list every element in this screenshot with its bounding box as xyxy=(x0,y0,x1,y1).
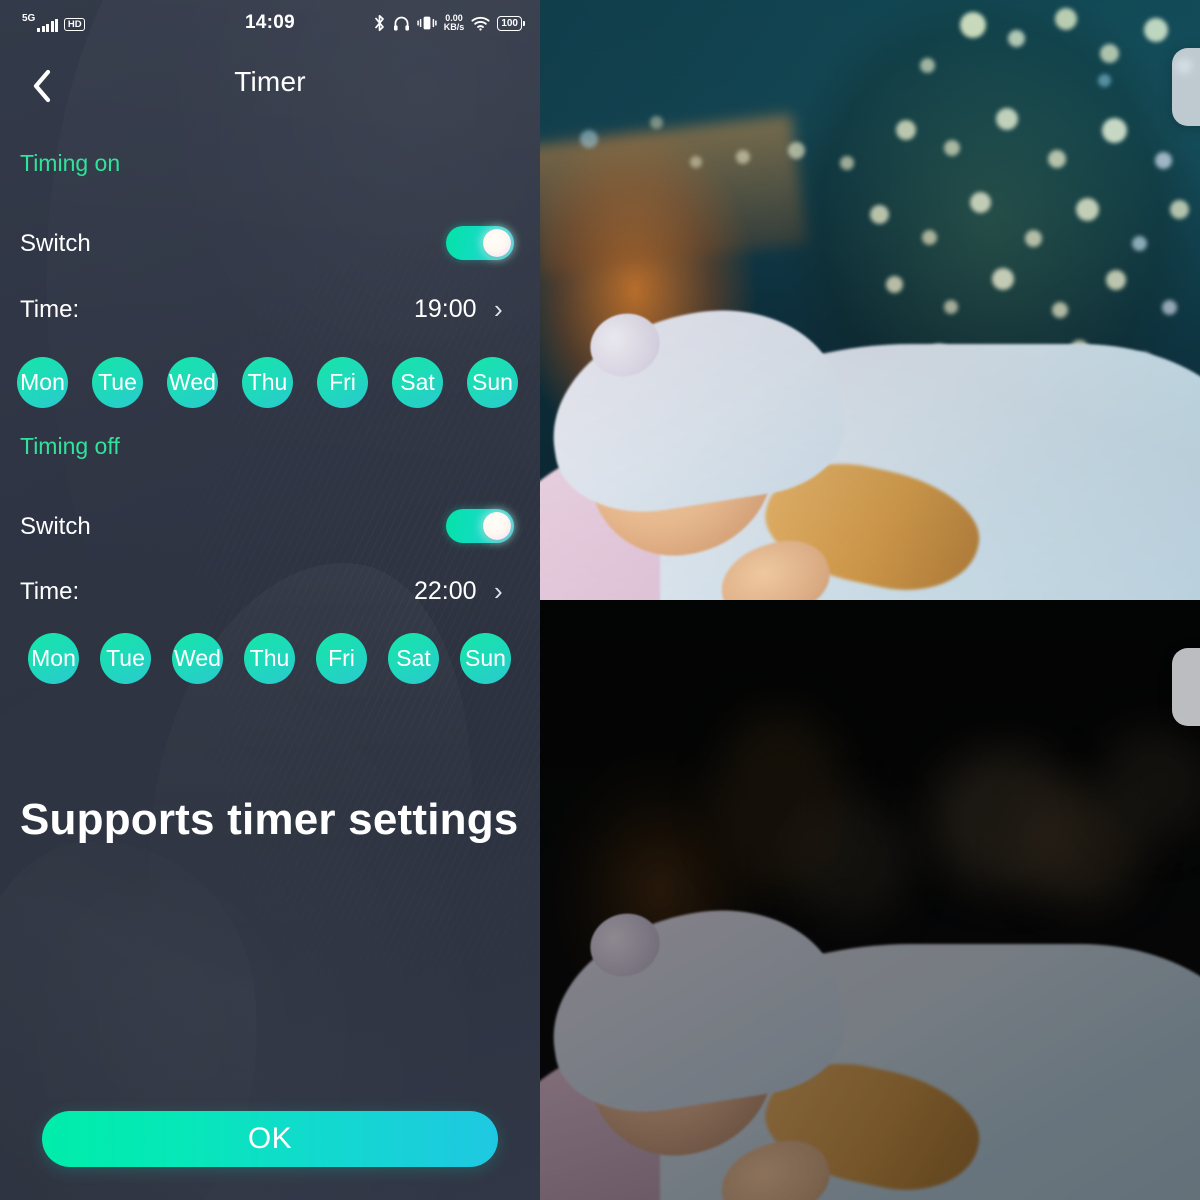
timing-off-switch-toggle[interactable] xyxy=(446,509,514,543)
day-chip-sun[interactable]: Sun xyxy=(467,357,518,408)
day-chip-thu[interactable]: Thu xyxy=(242,357,293,408)
overlay-card-timing-on: 19:00 -------- Timing ON xyxy=(1172,48,1200,126)
day-label: Mon xyxy=(20,369,65,395)
page-title: Timer xyxy=(234,66,306,97)
timing-on-switch-toggle[interactable] xyxy=(446,226,514,260)
day-label: Thu xyxy=(249,645,290,671)
photo-lights-off: 22:00 -------- Timing OFF xyxy=(540,600,1200,1200)
toggle-knob xyxy=(483,512,511,540)
day-chip-wed[interactable]: Wed xyxy=(172,633,223,684)
chevron-right-icon-timing-on[interactable]: › xyxy=(494,296,503,322)
timing-on-day-selector: Mon Tue Wed Thu Fri Sat Sun xyxy=(17,357,518,408)
marketing-headline: Supports timer settings xyxy=(20,795,519,844)
day-label: Fri xyxy=(328,645,355,671)
day-chip-sun[interactable]: Sun xyxy=(460,633,511,684)
day-label: Tue xyxy=(98,369,137,395)
data-rate-indicator: 0.00 KB/s xyxy=(443,13,465,33)
day-chip-thu[interactable]: Thu xyxy=(244,633,295,684)
status-bar-right: 0.00 KB/s 100 xyxy=(373,13,525,33)
bluetooth-icon xyxy=(373,14,386,32)
timing-off-day-selector: Mon Tue Wed Thu Fri Sat Sun xyxy=(28,633,511,684)
day-label: Thu xyxy=(247,369,288,395)
day-chip-mon[interactable]: Mon xyxy=(28,633,79,684)
day-chip-tue[interactable]: Tue xyxy=(92,357,143,408)
timing-on-switch-label: Switch xyxy=(20,230,91,257)
status-bar: 5G HD 14:09 0.00 KB/s 100 xyxy=(0,0,540,46)
chevron-right-icon-timing-off[interactable]: › xyxy=(494,578,503,604)
timing-off-time-value[interactable]: 22:00 xyxy=(414,577,477,606)
toggle-knob xyxy=(483,229,511,257)
headphone-icon xyxy=(393,15,410,32)
day-chip-fri[interactable]: Fri xyxy=(317,357,368,408)
day-chip-mon[interactable]: Mon xyxy=(17,357,68,408)
day-label: Sat xyxy=(400,369,435,395)
day-label: Mon xyxy=(31,645,76,671)
screenshot-root: 5G HD 14:09 0.00 KB/s 100 Timer Timing o… xyxy=(0,0,1200,1200)
phone-app-panel: 5G HD 14:09 0.00 KB/s 100 Timer Timing o… xyxy=(0,0,540,1200)
day-label: Wed xyxy=(174,645,221,671)
day-label: Sun xyxy=(465,645,506,671)
day-label: Sun xyxy=(472,369,513,395)
sleeping-child xyxy=(540,284,1200,600)
timing-off-time-label: Time: xyxy=(20,578,80,605)
day-label: Wed xyxy=(169,369,216,395)
sleeping-child xyxy=(540,884,1200,1200)
day-label: Fri xyxy=(329,369,356,395)
section-label-timing-on: Timing on xyxy=(20,150,121,176)
day-label: Tue xyxy=(106,645,145,671)
day-chip-fri[interactable]: Fri xyxy=(316,633,367,684)
day-chip-sat[interactable]: Sat xyxy=(388,633,439,684)
timing-on-time-value[interactable]: 19:00 xyxy=(414,295,477,324)
day-chip-wed[interactable]: Wed xyxy=(167,357,218,408)
overlay-card-timing-off: 22:00 -------- Timing OFF xyxy=(1172,648,1200,726)
photo-lights-on: 19:00 -------- Timing ON xyxy=(540,0,1200,600)
day-chip-tue[interactable]: Tue xyxy=(100,633,151,684)
day-chip-sat[interactable]: Sat xyxy=(392,357,443,408)
photo-column: 19:00 -------- Timing ON xyxy=(540,0,1200,1200)
timing-off-switch-label: Switch xyxy=(20,513,91,540)
vibrate-icon xyxy=(417,15,437,31)
wifi-icon xyxy=(471,16,490,31)
nav-bar: Timer xyxy=(0,56,540,120)
ok-button-label: OK xyxy=(247,1122,293,1155)
timing-on-time-label: Time: xyxy=(20,296,80,323)
section-label-timing-off: Timing off xyxy=(20,433,120,459)
data-rate-unit: KB/s xyxy=(443,22,465,32)
day-label: Sat xyxy=(396,645,431,671)
ok-button[interactable]: OK xyxy=(42,1111,498,1167)
battery-icon: 100 xyxy=(497,15,525,31)
